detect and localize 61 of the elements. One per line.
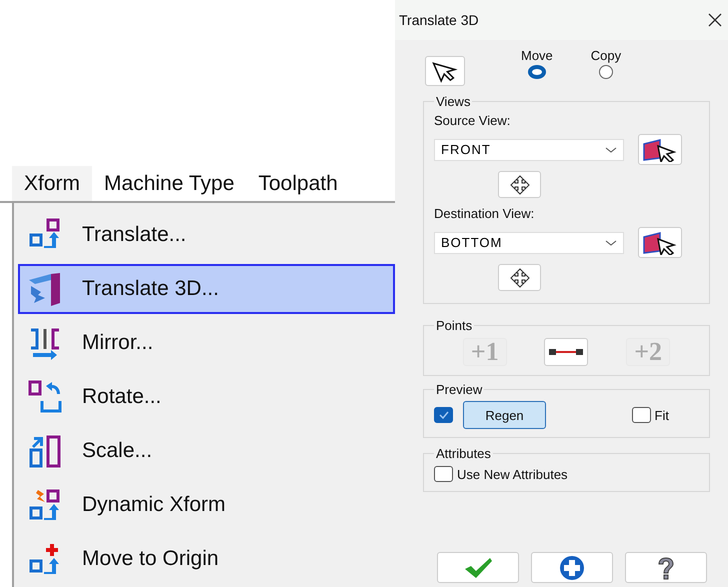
- view-pick-button[interactable]: [638, 134, 682, 165]
- dropdown-field[interactable]: FRONT: [434, 138, 624, 160]
- menu-item[interactable]: Translate...: [18, 210, 395, 260]
- menu-item[interactable]: Move to Origin: [18, 534, 395, 584]
- mirror-brackets-icon: [28, 326, 62, 360]
- panel-arrow-icon: [28, 272, 62, 306]
- group-title: Attributes: [435, 446, 492, 461]
- menu-bar-item[interactable]: Toolpath: [246, 166, 350, 201]
- menu-item[interactable]: Scale...: [18, 426, 395, 476]
- apply-button[interactable]: [531, 552, 613, 583]
- window-title: Translate 3D: [399, 12, 479, 28]
- group-title: Preview: [435, 382, 484, 397]
- group-title: Points: [435, 318, 474, 333]
- pointer-icon: [432, 59, 458, 83]
- close-icon[interactable]: [708, 13, 722, 27]
- checkmark-icon: [463, 556, 493, 578]
- checkmark-icon: [438, 411, 448, 419]
- menu-item-label: Translate...: [82, 223, 186, 247]
- radio-label: Move: [521, 48, 553, 63]
- menu-item-label: Translate 3D...: [82, 277, 219, 301]
- chevron-icon: [605, 238, 617, 246]
- menu-item[interactable]: Mirror...: [18, 318, 395, 368]
- menu-item-label: Scale...: [82, 439, 152, 463]
- menu-item-label: Mirror...: [82, 331, 154, 355]
- menu-item-label: Rotate...: [82, 385, 162, 409]
- field-label: Destination View:: [434, 206, 536, 221]
- view-pick-button[interactable]: [638, 227, 682, 258]
- dropdown-field[interactable]: BOTTOM: [434, 232, 624, 254]
- plus-icon: [559, 554, 585, 580]
- chevron-icon: [605, 146, 617, 154]
- menu-item[interactable]: Translate 3D...: [18, 264, 395, 314]
- plus-square-icon: [28, 542, 62, 576]
- menu-item-label: Dynamic Xform: [82, 493, 226, 517]
- ok-button[interactable]: [437, 552, 519, 583]
- field-label: Source View:: [434, 113, 512, 128]
- group-title: Views: [435, 94, 472, 109]
- checkbox[interactable]: [434, 466, 453, 482]
- menu-item[interactable]: Dynamic Xform: [18, 480, 395, 530]
- line-segment-icon: [548, 347, 584, 357]
- lightning-squares-icon: [28, 488, 62, 522]
- radio-button[interactable]: [598, 65, 613, 79]
- view-pick-icon: [642, 230, 678, 254]
- menu-bar-item[interactable]: Xform: [12, 166, 92, 201]
- select-button[interactable]: [425, 56, 465, 86]
- checkbox-label: Use New Attributes: [457, 466, 568, 482]
- help-button[interactable]: [625, 552, 707, 583]
- menu-item[interactable]: Rotate...: [18, 372, 395, 422]
- move-view-button[interactable]: [498, 171, 541, 198]
- scale-rectangles-icon: [28, 434, 62, 468]
- menu-bar-item[interactable]: Machine Type: [92, 166, 246, 201]
- move-view-button[interactable]: [498, 264, 541, 291]
- rotate-squares-icon: [28, 380, 62, 414]
- radio-label: Copy: [590, 48, 622, 63]
- checkbox[interactable]: [632, 407, 651, 423]
- radio-button[interactable]: [528, 65, 546, 79]
- regen-button[interactable]: Regen: [463, 401, 546, 429]
- checkbox[interactable]: [434, 407, 453, 423]
- checkbox-label: Fit: [654, 408, 669, 422]
- menu-item-label: Move to Origin: [82, 547, 219, 571]
- point-button[interactable]: [544, 338, 588, 366]
- view-pick-icon: [642, 138, 678, 162]
